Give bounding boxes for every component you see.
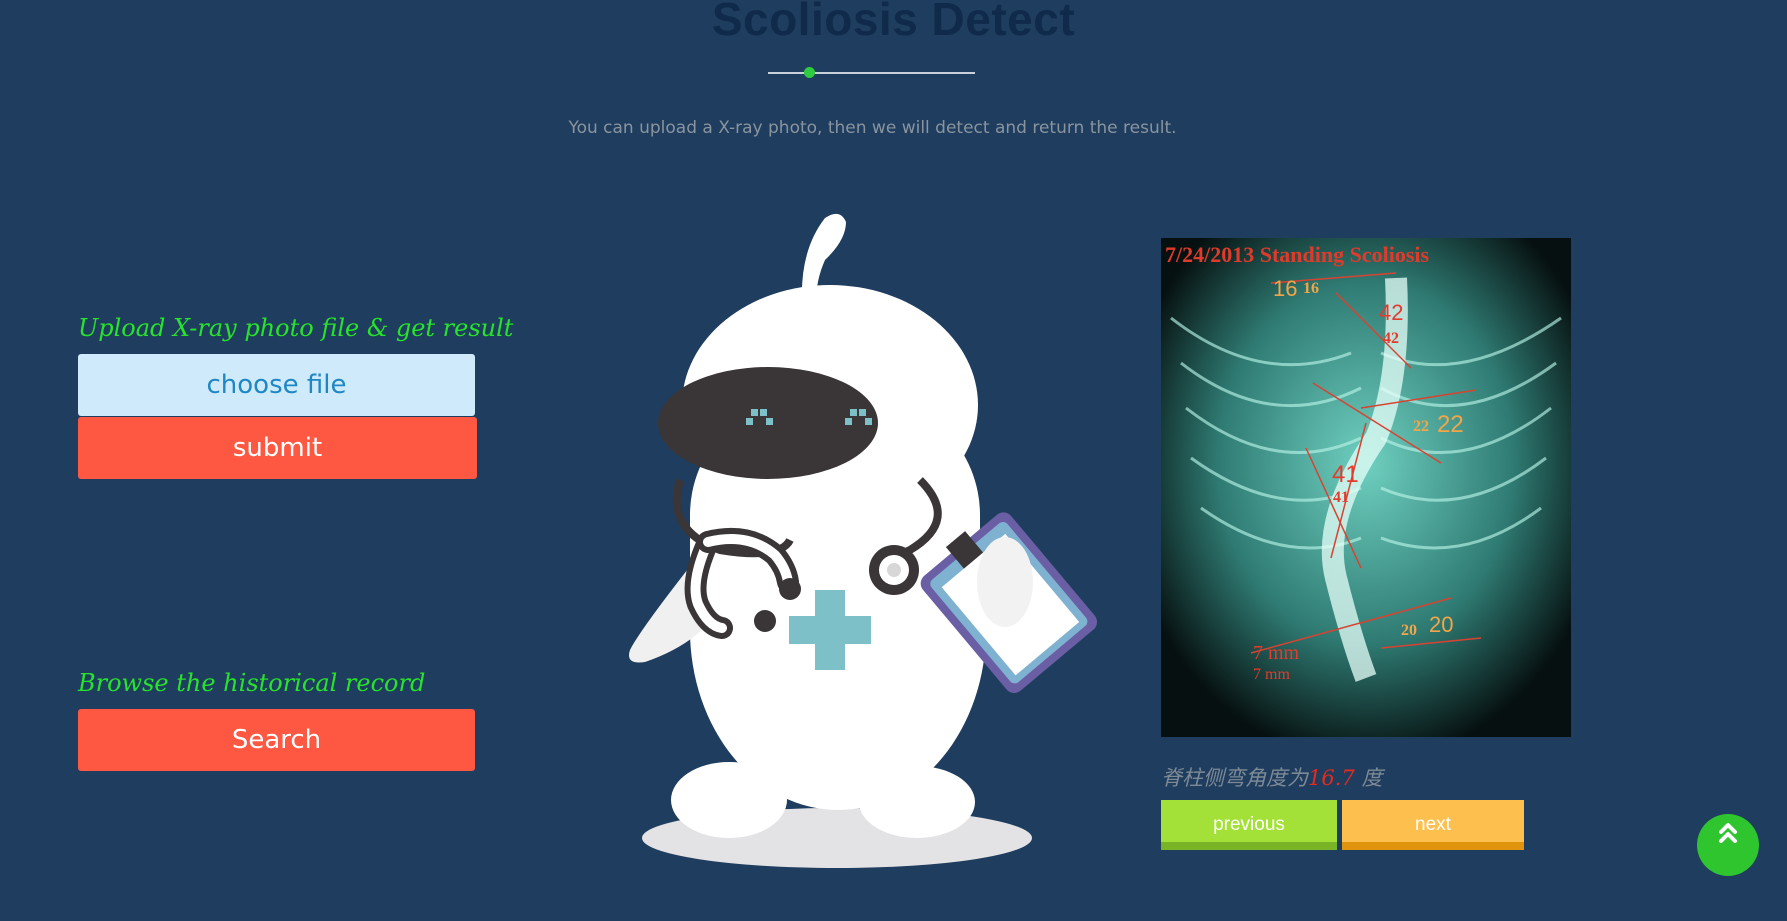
xray-label: 41 bbox=[1333, 489, 1349, 506]
back-to-top-button[interactable] bbox=[1697, 814, 1759, 876]
submit-button[interactable]: submit bbox=[78, 417, 477, 479]
page-title: Scoliosis Detect bbox=[711, 0, 1076, 45]
upload-section-label: Upload X-ray photo file & get result bbox=[78, 314, 514, 342]
result-text: 脊柱侧弯角度为16.7 度 bbox=[1161, 762, 1382, 792]
double-chevron-up-icon bbox=[1719, 823, 1737, 843]
xray-label: 22 bbox=[1437, 411, 1464, 438]
result-prefix: 脊柱侧弯角度为 bbox=[1161, 766, 1308, 790]
divider-dot bbox=[804, 67, 815, 78]
xray-spine-graphic bbox=[1161, 238, 1571, 737]
previous-button[interactable]: previous bbox=[1161, 800, 1337, 850]
result-angle-value: 16.7 bbox=[1308, 766, 1355, 790]
xray-label: 20 bbox=[1429, 612, 1454, 637]
title-divider bbox=[768, 67, 975, 78]
history-section-label: Browse the historical record bbox=[78, 669, 426, 697]
result-suffix: 度 bbox=[1361, 766, 1383, 790]
search-button[interactable]: Search bbox=[78, 709, 475, 771]
xray-image: 7/24/2013 Standing Scoliosis 16 16 42 42… bbox=[1161, 238, 1571, 737]
xray-label: 22 bbox=[1413, 418, 1429, 435]
xray-label: 42 bbox=[1383, 330, 1399, 347]
page-subtitle: You can upload a X-ray photo, then we wi… bbox=[568, 118, 1177, 138]
xray-label: 42 bbox=[1379, 300, 1404, 325]
xray-label: 7 mm bbox=[1253, 666, 1290, 683]
xray-label: 20 bbox=[1401, 622, 1417, 639]
next-button[interactable]: next bbox=[1342, 800, 1524, 850]
choose-file-button[interactable]: choose file bbox=[78, 354, 475, 416]
xray-label: 16 bbox=[1273, 276, 1298, 301]
xray-caption: 7/24/2013 Standing Scoliosis bbox=[1165, 242, 1430, 267]
xray-label: 41 bbox=[1332, 461, 1359, 488]
xray-label: 7 mm bbox=[1253, 642, 1300, 664]
xray-label: 16 bbox=[1303, 280, 1319, 297]
robot-doctor-illustration bbox=[629, 213, 1098, 868]
